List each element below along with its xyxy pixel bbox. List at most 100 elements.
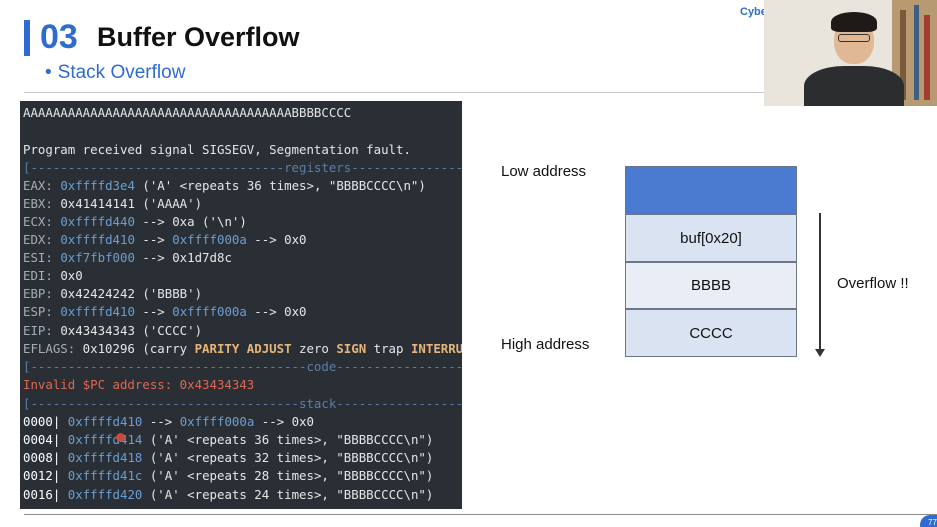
register-detail2: --> 0x0 bbox=[246, 304, 307, 319]
book bbox=[924, 15, 930, 100]
stack-block-bbbb: BBBB bbox=[625, 262, 797, 309]
register-edx: EDX: 0xffffd410 --> 0xffff000a --> 0x0 bbox=[23, 232, 307, 247]
overflow-label: Overflow !! bbox=[837, 275, 909, 292]
register-ebp: EBP: 0x42424242 ('BBBB') bbox=[23, 286, 203, 301]
stack-detail: ('A' <repeats 28 times>, "BBBBCCCC\n") bbox=[142, 468, 434, 483]
stack-separator: [------------------------------------sta… bbox=[23, 396, 462, 411]
register-detail: 0x42424242 ('BBBB') bbox=[60, 286, 203, 301]
stack-address: 0xffffd410 bbox=[67, 414, 143, 429]
page-number-badge: 77 bbox=[920, 515, 937, 527]
brand-logo-text: Cybe bbox=[740, 6, 767, 18]
register-name: EIP bbox=[23, 323, 46, 338]
register-detail: --> bbox=[134, 232, 173, 247]
stack-row: 0000| 0xffffd410 --> 0xffff000a --> 0x0 bbox=[23, 413, 314, 431]
eflags-mid: zero bbox=[291, 341, 337, 356]
title-accent-bar bbox=[24, 20, 30, 56]
register-esi: ESI: 0xf7fbf000 --> 0x1d7d8c bbox=[23, 250, 232, 265]
register-value: 0xf7fbf000 bbox=[60, 250, 135, 265]
stack-detail: ('A' <repeats 24 times>, "BBBBCCCC\n") bbox=[142, 487, 434, 502]
register-ecx: ECX: 0xffffd440 --> 0xa ('\n') bbox=[23, 214, 247, 229]
stack-block-top bbox=[625, 166, 797, 214]
register-pointer: 0xffff000a bbox=[172, 232, 247, 247]
stack-address: 0xffffd41c bbox=[67, 468, 143, 483]
register-detail2: --> 0x0 bbox=[246, 232, 307, 247]
stack-offset: 0016| bbox=[23, 487, 61, 502]
webcam-overlay bbox=[764, 0, 937, 106]
stack-row: 0012| 0xffffd41c ('A' <repeats 28 times>… bbox=[23, 467, 433, 485]
bullet-icon: • bbox=[45, 62, 52, 83]
register-detail: --> 0x1d7d8c bbox=[134, 250, 232, 265]
stack-address: 0xffffd414 bbox=[67, 432, 143, 447]
register-value: 0xffffd410 bbox=[60, 232, 135, 247]
stack-detail: --> bbox=[142, 414, 180, 429]
subtitle-text: Stack Overflow bbox=[57, 62, 186, 83]
footer-divider bbox=[24, 514, 937, 515]
stack-offset: 0008| bbox=[23, 450, 61, 465]
stack-detail2: --> 0x0 bbox=[254, 414, 314, 429]
register-detail: ('A' <repeats 36 times>, "BBBBCCCC\n") bbox=[134, 178, 426, 193]
gdb-terminal: AAAAAAAAAAAAAAAAAAAAAAAAAAAAAAAAAAAABBBB… bbox=[20, 101, 462, 509]
register-detail: ('AAAA') bbox=[134, 196, 203, 211]
eflags-value: 0x10296 (carry bbox=[75, 341, 195, 356]
register-esp: ESP: 0xffffd410 --> 0xffff000a --> 0x0 bbox=[23, 304, 307, 319]
register-value: 0x41414141 bbox=[60, 196, 135, 211]
register-detail: --> 0xa ('\n') bbox=[134, 214, 247, 229]
stack-detail: ('A' <repeats 32 times>, "BBBBCCCC\n") bbox=[142, 450, 434, 465]
overflow-arrow bbox=[819, 213, 821, 351]
stack-block-cccc: CCCC bbox=[625, 309, 797, 357]
stack-detail: ('A' <repeats 36 times>, "BBBBCCCC\n") bbox=[142, 432, 434, 447]
eflags-mid: trap bbox=[366, 341, 411, 356]
slide-title: Buffer Overflow bbox=[97, 22, 300, 52]
presenter-glasses bbox=[838, 34, 870, 42]
stack-offset: 0012| bbox=[23, 468, 61, 483]
code-separator: [-------------------------------------co… bbox=[23, 359, 462, 374]
section-number: 03 bbox=[40, 18, 78, 56]
stack-address: 0xffffd420 bbox=[67, 487, 143, 502]
presenter-body bbox=[804, 66, 904, 106]
presenter-hair bbox=[831, 12, 877, 32]
slide: 03 Buffer Overflow • Stack Overflow Cybe … bbox=[0, 0, 937, 527]
register-value: 0xffffd410 bbox=[60, 304, 135, 319]
registers-separator: [----------------------------------regis… bbox=[23, 160, 462, 175]
register-edi: EDI: 0x0 bbox=[23, 268, 83, 283]
terminal-input-line: AAAAAAAAAAAAAAAAAAAAAAAAAAAAAAAAAAAABBBB… bbox=[23, 105, 352, 120]
register-pointer: 0xffff000a bbox=[172, 304, 247, 319]
register-name: EAX bbox=[23, 178, 46, 193]
register-name: EBX bbox=[23, 196, 46, 211]
register-value: 0xffffd3e4 bbox=[60, 178, 135, 193]
low-address-label: Low address bbox=[501, 163, 587, 180]
arrow-down-icon bbox=[815, 349, 825, 357]
eflags-flag: SIGN bbox=[336, 341, 367, 356]
stack-block-buf: buf[0x20] bbox=[625, 214, 797, 262]
stack-row: 0008| 0xffffd418 ('A' <repeats 32 times>… bbox=[23, 449, 433, 467]
eflags-flag: INTERRUPT bbox=[410, 341, 462, 356]
register-detail: 0x43434343 ('CCCC') bbox=[60, 323, 203, 338]
register-name: ESI bbox=[23, 250, 46, 265]
register-name: EDI bbox=[23, 268, 46, 283]
stack-row: 0004| 0xffffd414 ('A' <repeats 36 times>… bbox=[23, 431, 433, 449]
register-name: EBP bbox=[23, 286, 46, 301]
pointer-highlight-dot bbox=[116, 433, 125, 442]
register-value: 0xffffd440 bbox=[60, 214, 135, 229]
register-detail: --> bbox=[134, 304, 173, 319]
stack-row: 0016| 0xffffd420 ('A' <repeats 24 times>… bbox=[23, 486, 433, 504]
register-name: ECX bbox=[23, 214, 46, 229]
register-ebx: EBX: 0x41414141 ('AAAA') bbox=[23, 196, 203, 211]
stack-address: 0xffffd418 bbox=[67, 450, 143, 465]
register-detail: 0x0 bbox=[60, 268, 83, 283]
eflags-flag: PARITY ADJUST bbox=[194, 341, 292, 356]
register-eflags: EFLAGS: 0x10296 (carry PARITY ADJUST zer… bbox=[23, 340, 462, 358]
slide-subtitle: • Stack Overflow bbox=[45, 62, 185, 84]
terminal-signal-line: Program received signal SIGSEGV, Segment… bbox=[23, 142, 411, 157]
eflags-label: EFLAGS: bbox=[23, 341, 76, 356]
stack-offset: 0000| bbox=[23, 414, 61, 429]
high-address-label: High address bbox=[501, 336, 590, 353]
register-name: EDX bbox=[23, 232, 46, 247]
stack-offset: 0004| bbox=[23, 432, 61, 447]
register-name: ESP bbox=[23, 304, 46, 319]
book bbox=[914, 5, 919, 100]
register-eax: EAX: 0xffffd3e4 ('A' <repeats 36 times>,… bbox=[23, 178, 426, 193]
invalid-pc-message: Invalid $PC address: 0x43434343 bbox=[23, 377, 255, 392]
register-eip: EIP: 0x43434343 ('CCCC') bbox=[23, 323, 203, 338]
stack-pointer: 0xffff000a bbox=[179, 414, 255, 429]
